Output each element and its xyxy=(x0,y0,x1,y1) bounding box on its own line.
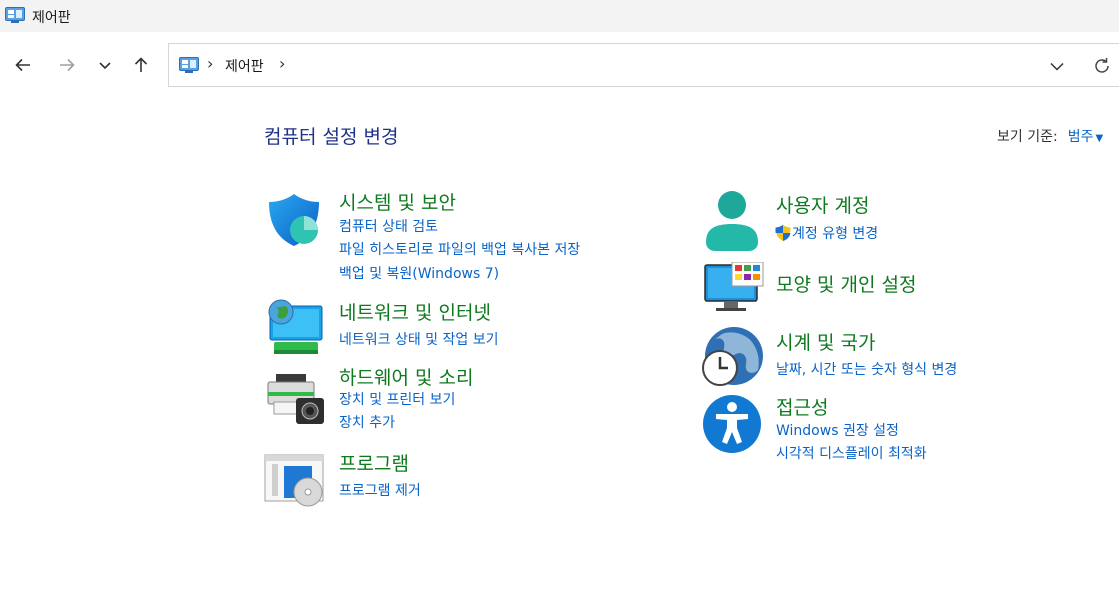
network-globe-icon[interactable] xyxy=(264,298,326,356)
link-windows-recommended-settings[interactable]: Windows 권장 설정 xyxy=(776,420,899,440)
link-change-date-time-format[interactable]: 날짜, 시간 또는 숫자 형식 변경 xyxy=(776,359,957,379)
title-bar: 제어판 xyxy=(0,0,1119,32)
navigation-bar: › 제어판 › xyxy=(0,32,1119,96)
window-title: 제어판 xyxy=(32,10,71,26)
category-title[interactable]: 네트워크 및 인터넷 xyxy=(339,298,491,325)
category-title[interactable]: 시계 및 국가 xyxy=(776,328,875,355)
link-backup-restore[interactable]: 백업 및 복원(Windows 7) xyxy=(339,263,499,283)
link-add-device[interactable]: 장치 추가 xyxy=(339,412,395,432)
category-title[interactable]: 시스템 및 보안 xyxy=(339,188,456,215)
recent-locations-button[interactable] xyxy=(92,52,118,78)
forward-button[interactable] xyxy=(54,52,80,78)
link-file-history-backup[interactable]: 파일 히스토리로 파일의 백업 복사본 저장 xyxy=(339,239,580,259)
breadcrumb-separator-icon[interactable]: › xyxy=(279,54,285,73)
link-label[interactable]: 계정 유형 변경 xyxy=(792,223,878,243)
breadcrumb-control-panel[interactable]: 제어판 xyxy=(225,56,264,76)
arrow-right-icon xyxy=(60,58,75,72)
chevron-down-icon xyxy=(99,62,111,70)
chevron-down-icon[interactable] xyxy=(1047,56,1067,76)
up-button[interactable] xyxy=(128,52,154,78)
category-title[interactable]: 접근성 xyxy=(776,393,828,420)
view-by-control[interactable]: 보기 기준: 범주 ▼ xyxy=(997,126,1103,146)
category-title[interactable]: 프로그램 xyxy=(339,449,409,476)
caret-down-icon[interactable]: ▼ xyxy=(1095,133,1103,144)
category-title[interactable]: 하드웨어 및 소리 xyxy=(339,363,473,390)
link-network-status[interactable]: 네트워크 상태 및 작업 보기 xyxy=(339,329,498,349)
arrow-up-icon xyxy=(134,57,148,72)
user-icon[interactable] xyxy=(702,190,762,252)
arrow-left-icon xyxy=(15,58,30,72)
shield-icon[interactable] xyxy=(264,190,324,250)
breadcrumb-separator-icon[interactable]: › xyxy=(207,54,213,73)
globe-clock-icon[interactable] xyxy=(702,326,764,388)
display-personalization-icon[interactable] xyxy=(702,262,764,314)
printer-camera-icon[interactable] xyxy=(264,372,326,426)
control-panel-icon xyxy=(179,57,199,73)
link-change-account-type[interactable]: 계정 유형 변경 xyxy=(774,223,878,243)
programs-icon[interactable] xyxy=(264,454,326,510)
link-devices-printers[interactable]: 장치 및 프린터 보기 xyxy=(339,389,455,409)
view-by-value[interactable]: 범주 xyxy=(1068,129,1094,145)
refresh-icon[interactable] xyxy=(1091,55,1113,77)
view-by-label: 보기 기준: xyxy=(997,129,1058,145)
link-optimize-visual-display[interactable]: 시각적 디스플레이 최적화 xyxy=(776,443,927,463)
address-bar[interactable]: › 제어판 › xyxy=(168,43,1119,87)
back-button[interactable] xyxy=(10,52,36,78)
control-panel-icon xyxy=(5,7,25,23)
link-review-computer-status[interactable]: 컴퓨터 상태 검토 xyxy=(339,216,438,236)
link-uninstall-program[interactable]: 프로그램 제거 xyxy=(339,480,421,500)
uac-shield-icon xyxy=(775,225,791,241)
category-title[interactable]: 모양 및 개인 설정 xyxy=(776,270,916,297)
category-title[interactable]: 사용자 계정 xyxy=(776,191,869,218)
accessibility-icon[interactable] xyxy=(702,394,762,454)
page-title: 컴퓨터 설정 변경 xyxy=(264,126,399,148)
